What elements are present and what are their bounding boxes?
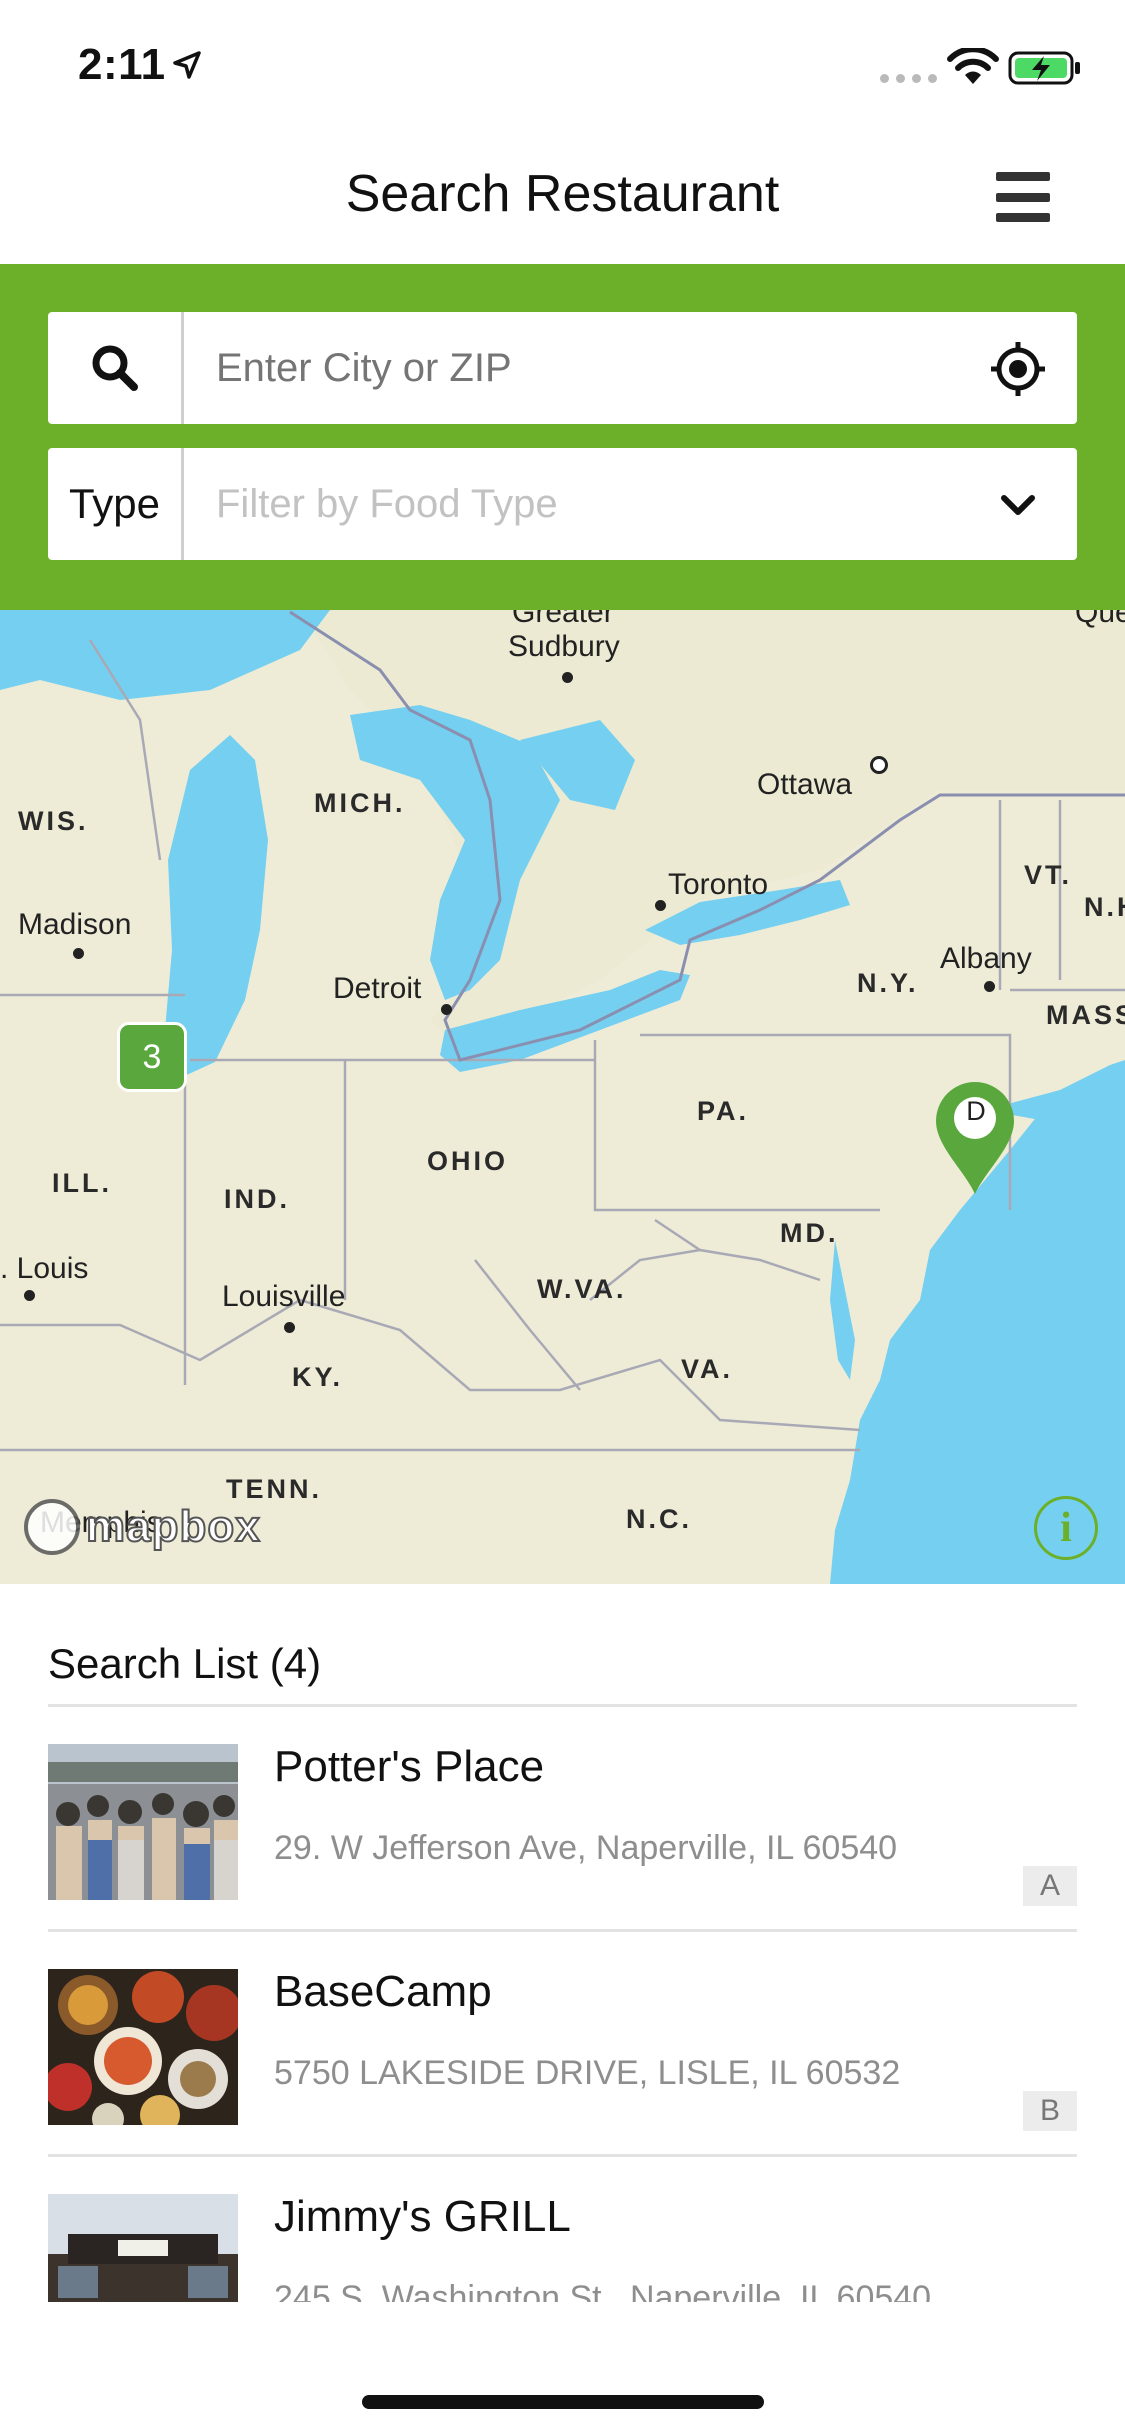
restaurant-address: 5750 LAKESIDE DRIVE, LISLE, IL 60532 bbox=[274, 2054, 901, 2092]
map-label-st-louis: . Louis bbox=[0, 1252, 89, 1285]
type-dropdown-toggle[interactable] bbox=[989, 476, 1047, 534]
state-label-va: VA. bbox=[681, 1354, 734, 1384]
map-cluster-marker[interactable]: 3 bbox=[117, 1022, 187, 1092]
food-type-select[interactable]: Filter by Food Type bbox=[216, 448, 996, 560]
map-label-toronto: Toronto bbox=[668, 868, 769, 901]
state-label-nh: N.H. bbox=[1084, 892, 1125, 922]
search-icon bbox=[92, 345, 138, 391]
type-label-cell: Type bbox=[48, 448, 184, 560]
locate-me-button[interactable] bbox=[989, 340, 1047, 398]
restaurant-marker-badge: A bbox=[1023, 1866, 1077, 1906]
mapbox-logo[interactable]: mapbox bbox=[24, 1497, 261, 1557]
map-label-albany: Albany bbox=[940, 942, 1032, 975]
mapbox-attribution: mapbox bbox=[85, 1501, 261, 1552]
state-label-vt: VT. bbox=[1024, 860, 1073, 890]
map-label-sudbury: Sudbury bbox=[508, 630, 620, 663]
state-label-ny: N.Y. bbox=[857, 968, 919, 998]
map-label-louisville: Louisville bbox=[222, 1280, 346, 1313]
map-label-que: Qué bbox=[1075, 610, 1125, 629]
map-label-detroit: Detroit bbox=[333, 972, 422, 1005]
state-label-ill: ILL. bbox=[52, 1168, 112, 1198]
restaurant-thumbnail bbox=[48, 1969, 238, 2125]
city-zip-input[interactable] bbox=[216, 312, 996, 424]
restaurant-marker-badge: B bbox=[1023, 2091, 1077, 2131]
status-bar: 2:11 bbox=[0, 0, 1125, 132]
map-label-madison: Madison bbox=[18, 908, 132, 941]
map-pin-label: D bbox=[966, 1096, 986, 1126]
city-dot-louisville bbox=[284, 1322, 295, 1333]
bottom-safe-area bbox=[0, 2302, 1125, 2436]
restaurant-address: 29. W Jefferson Ave, Naperville, IL 6054… bbox=[274, 1829, 898, 1867]
capital-dot-ottawa bbox=[870, 756, 888, 774]
status-time: 2:11 bbox=[78, 40, 166, 89]
search-button[interactable] bbox=[48, 312, 184, 424]
search-panel: Type Filter by Food Type bbox=[0, 264, 1125, 610]
home-indicator[interactable] bbox=[362, 2395, 764, 2409]
screen: 2:11 Search Restaurant Enter City or ZIP… bbox=[0, 0, 1125, 2436]
chevron-down-icon bbox=[1001, 495, 1035, 515]
city-dot-madison bbox=[73, 948, 84, 959]
state-label-pa: PA. bbox=[697, 1096, 750, 1126]
restaurant-name: Jimmy's GRILL bbox=[274, 2192, 571, 2241]
state-label-mich: MICH. bbox=[314, 788, 406, 818]
city-dot-st-louis bbox=[24, 1290, 35, 1301]
state-label-mass: MASS. bbox=[1046, 1000, 1125, 1030]
state-label-wva: W.VA. bbox=[537, 1274, 627, 1304]
battery-charging-icon bbox=[1008, 51, 1080, 85]
restaurant-list-item[interactable]: Potter's Place 29. W Jefferson Ave, Nape… bbox=[48, 1706, 1077, 1931]
hamburger-menu-icon[interactable] bbox=[996, 172, 1050, 222]
restaurant-thumbnail bbox=[48, 1744, 238, 1900]
city-dot-sudbury bbox=[562, 672, 573, 683]
state-label-wis: WIS. bbox=[18, 806, 89, 836]
state-label-md: MD. bbox=[780, 1218, 839, 1248]
cellular-signal-icon bbox=[880, 74, 937, 83]
state-label-ky: KY. bbox=[292, 1362, 344, 1392]
map-info-button[interactable]: i bbox=[1034, 1496, 1098, 1560]
mapbox-mark-icon bbox=[24, 1499, 80, 1555]
wifi-icon bbox=[947, 48, 999, 84]
restaurant-name: Potter's Place bbox=[274, 1742, 545, 1791]
city-dot-albany bbox=[984, 981, 995, 992]
food-type-row[interactable]: Type Filter by Food Type bbox=[48, 448, 1077, 560]
state-label-ohio: OHIO bbox=[427, 1146, 509, 1176]
restaurant-list-item[interactable]: BaseCamp 5750 LAKESIDE DRIVE, LISLE, IL … bbox=[48, 1931, 1077, 2156]
map-label-ottawa: Ottawa bbox=[757, 768, 853, 801]
map-label-greater: Greater bbox=[512, 610, 614, 629]
state-label-nc: N.C. bbox=[626, 1504, 692, 1534]
page-title: Search Restaurant bbox=[345, 165, 780, 223]
search-list-header: Search List (4) bbox=[48, 1640, 322, 1687]
type-label: Type bbox=[68, 480, 161, 527]
city-dot-detroit bbox=[441, 1004, 452, 1015]
city-search-row bbox=[48, 312, 1077, 424]
restaurant-name: BaseCamp bbox=[274, 1967, 492, 2016]
crosshair-location-icon bbox=[991, 342, 1045, 396]
location-arrow-icon bbox=[173, 51, 201, 79]
state-label-ind: IND. bbox=[224, 1184, 290, 1214]
city-dot-toronto bbox=[655, 900, 666, 911]
